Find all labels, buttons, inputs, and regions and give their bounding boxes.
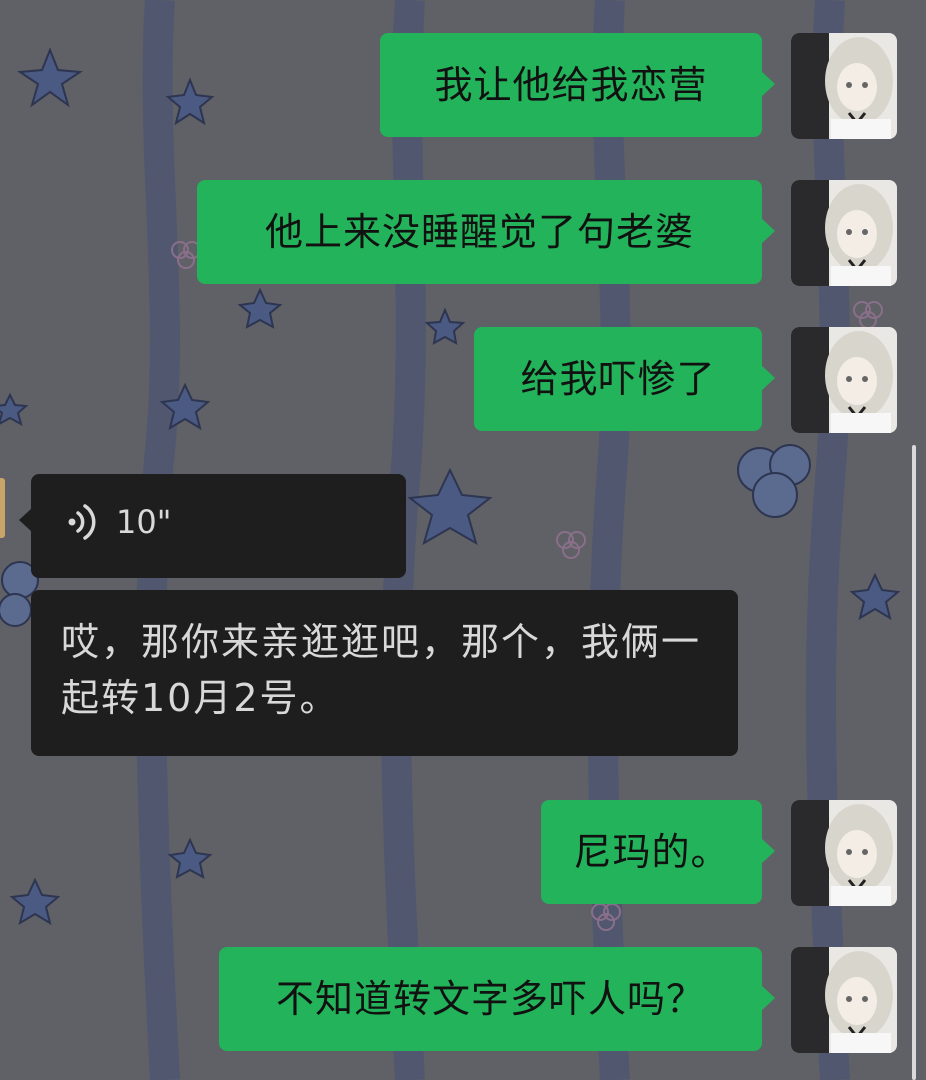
outgoing-message-bubble[interactable]: 不知道转文字多吓人吗？ [219, 947, 775, 1051]
message-text: 给我吓惨了 [520, 357, 716, 401]
message-text: 我让他给我恋营 [434, 63, 708, 107]
outgoing-message-bubble[interactable]: 尼玛的。 [541, 800, 775, 904]
avatar-anime-girl-icon [791, 947, 897, 1053]
message-text: 尼玛的。 [573, 830, 730, 874]
avatar[interactable] [791, 180, 897, 286]
voice-duration: 10" [116, 503, 172, 541]
voice-transcript-bubble[interactable]: 哎，那你来亲逛逛吧，那个，我俩一起转10月2号。 [31, 590, 738, 756]
message-text: 不知道转文字多吓人吗？ [275, 977, 705, 1021]
avatar[interactable] [791, 800, 897, 906]
outgoing-message-bubble[interactable]: 他上来没睡醒觉了句老婆 [197, 180, 775, 284]
avatar[interactable] [791, 33, 897, 139]
voice-row: 10" [66, 502, 171, 542]
avatar-anime-girl-icon [791, 180, 897, 286]
scrollbar[interactable] [912, 445, 916, 1080]
voice-wave-icon [68, 504, 96, 540]
avatar[interactable] [791, 947, 897, 1053]
avatar-anime-girl-icon [791, 800, 897, 906]
transcript-text: 哎，那你来亲逛逛吧，那个，我俩一起转10月2号。 [61, 620, 702, 720]
avatar[interactable] [791, 327, 897, 433]
outgoing-message-bubble[interactable]: 给我吓惨了 [474, 327, 775, 431]
incoming-voice-bubble[interactable]: 10" [19, 474, 406, 578]
avatar-anime-girl-icon [791, 327, 897, 433]
outgoing-message-bubble[interactable]: 我让他给我恋营 [380, 33, 775, 137]
incoming-avatar-edge[interactable] [0, 478, 5, 538]
message-text: 他上来没睡醒觉了句老婆 [264, 210, 694, 254]
avatar-anime-girl-icon [791, 33, 897, 139]
